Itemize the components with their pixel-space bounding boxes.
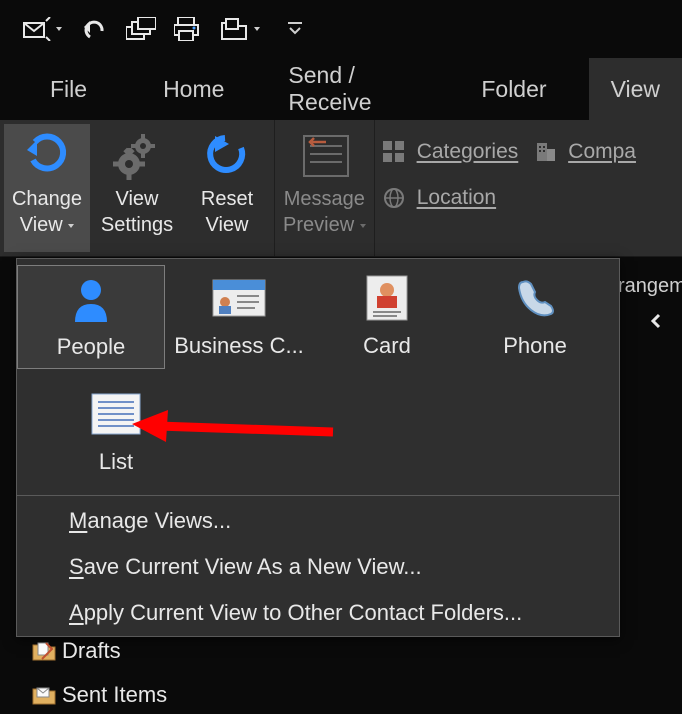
reset-icon bbox=[203, 130, 251, 182]
open-folder-icon bbox=[220, 17, 250, 41]
ribbon-group-current-view: Change View View Settings Reset View bbox=[0, 120, 275, 256]
qat-undo[interactable] bbox=[80, 17, 108, 41]
gallery-row-2: List bbox=[17, 375, 619, 493]
message-preview-icon bbox=[298, 130, 350, 182]
qat-send-receive[interactable] bbox=[22, 17, 62, 41]
folder-drafts-label: Drafts bbox=[62, 638, 121, 664]
windows-stack-icon bbox=[126, 17, 156, 41]
folder-drafts[interactable]: Drafts bbox=[32, 638, 167, 664]
view-option-business-card[interactable]: Business C... bbox=[165, 265, 313, 369]
phone-icon bbox=[511, 273, 559, 323]
qat-print[interactable] bbox=[174, 17, 202, 41]
tab-folder[interactable]: Folder bbox=[459, 58, 568, 120]
undo-icon bbox=[80, 17, 108, 41]
tab-view[interactable]: View bbox=[589, 58, 682, 120]
folder-sent-items[interactable]: Sent Items bbox=[32, 682, 167, 708]
view-option-business-card-label: Business C... bbox=[174, 333, 304, 359]
companies-label: Compa bbox=[568, 140, 636, 164]
send-receive-icon bbox=[22, 17, 52, 41]
ribbon: Change View View Settings Reset View Messag… bbox=[0, 120, 682, 257]
change-view-dropdown: People Business C... Card Phone List bbox=[16, 258, 620, 637]
people-icon bbox=[69, 274, 113, 324]
customize-qat-icon bbox=[288, 22, 302, 36]
dropdown-caret-icon bbox=[254, 27, 260, 31]
ribbon-group-message-preview: Message Preview bbox=[275, 120, 375, 256]
tab-file[interactable]: File bbox=[28, 58, 109, 120]
folder-sent-label: Sent Items bbox=[62, 682, 167, 708]
view-option-people-label: People bbox=[57, 334, 126, 360]
collapse-chevron-icon[interactable] bbox=[648, 312, 664, 335]
message-preview-label-1: Message bbox=[284, 188, 365, 210]
reset-view-label-1: Reset bbox=[201, 188, 253, 210]
ribbon-group-arrangement-2: Compa bbox=[526, 120, 644, 256]
print-icon bbox=[174, 17, 202, 41]
qat-more[interactable] bbox=[288, 22, 302, 36]
message-preview-label-2: Preview bbox=[283, 214, 354, 236]
drafts-folder-icon bbox=[32, 641, 56, 661]
list-icon bbox=[90, 389, 142, 439]
view-option-phone[interactable]: Phone bbox=[461, 265, 609, 369]
menu-apply-view-to-folders[interactable]: Apply Current View to Other Contact Fold… bbox=[69, 600, 619, 626]
ribbon-tabs: File Home Send / Receive Folder View bbox=[0, 58, 682, 120]
gallery-row-1: People Business C... Card Phone bbox=[17, 259, 619, 375]
location-label: Location bbox=[417, 186, 496, 210]
reset-view-label-2: View bbox=[206, 214, 249, 236]
view-option-people[interactable]: People bbox=[17, 265, 165, 369]
business-card-icon bbox=[211, 273, 267, 323]
change-view-icon bbox=[23, 130, 71, 182]
card-icon bbox=[363, 273, 411, 323]
tab-home[interactable]: Home bbox=[141, 58, 246, 120]
qat-open-folder[interactable] bbox=[220, 17, 260, 41]
view-option-phone-label: Phone bbox=[503, 333, 567, 359]
location-button[interactable]: Location bbox=[383, 180, 519, 216]
view-option-card[interactable]: Card bbox=[313, 265, 461, 369]
globe-icon bbox=[383, 187, 407, 209]
menu-save-view-as-new[interactable]: Save Current View As a New View... bbox=[69, 554, 619, 580]
change-view-label-2: View bbox=[20, 214, 63, 236]
dropdown-caret-icon bbox=[68, 224, 74, 228]
arrangement-group-label: rangem bbox=[618, 275, 682, 298]
folder-pane: Drafts Sent Items bbox=[32, 638, 167, 708]
reset-view-button[interactable]: Reset View bbox=[184, 124, 270, 252]
quick-access-toolbar bbox=[0, 0, 682, 58]
view-settings-button[interactable]: View Settings bbox=[94, 124, 180, 252]
categories-icon bbox=[383, 141, 407, 163]
change-view-label-1: Change bbox=[12, 188, 82, 210]
view-option-card-label: Card bbox=[363, 333, 411, 359]
tab-send-receive[interactable]: Send / Receive bbox=[266, 58, 439, 120]
gallery-separator bbox=[17, 495, 619, 496]
gear-icon bbox=[113, 130, 161, 182]
ribbon-group-arrangement: Categories Location bbox=[375, 120, 527, 256]
change-view-button[interactable]: Change View bbox=[4, 124, 90, 252]
view-settings-label-2: Settings bbox=[101, 214, 173, 236]
view-settings-label-1: View bbox=[115, 188, 158, 210]
dropdown-caret-icon bbox=[360, 224, 366, 228]
categories-button[interactable]: Categories bbox=[383, 134, 519, 170]
view-option-list-label: List bbox=[99, 449, 133, 475]
qat-windows[interactable] bbox=[126, 17, 156, 41]
categories-label: Categories bbox=[417, 140, 519, 164]
dropdown-caret-icon bbox=[56, 27, 62, 31]
message-preview-button: Message Preview bbox=[279, 124, 370, 252]
company-icon bbox=[534, 141, 558, 163]
gallery-bottom-menu: Manage Views... Save Current View As a N… bbox=[17, 498, 619, 632]
companies-button[interactable]: Compa bbox=[534, 134, 636, 170]
sent-folder-icon bbox=[32, 685, 56, 705]
view-option-list[interactable]: List bbox=[61, 381, 171, 483]
menu-manage-views[interactable]: Manage Views... bbox=[69, 508, 619, 534]
